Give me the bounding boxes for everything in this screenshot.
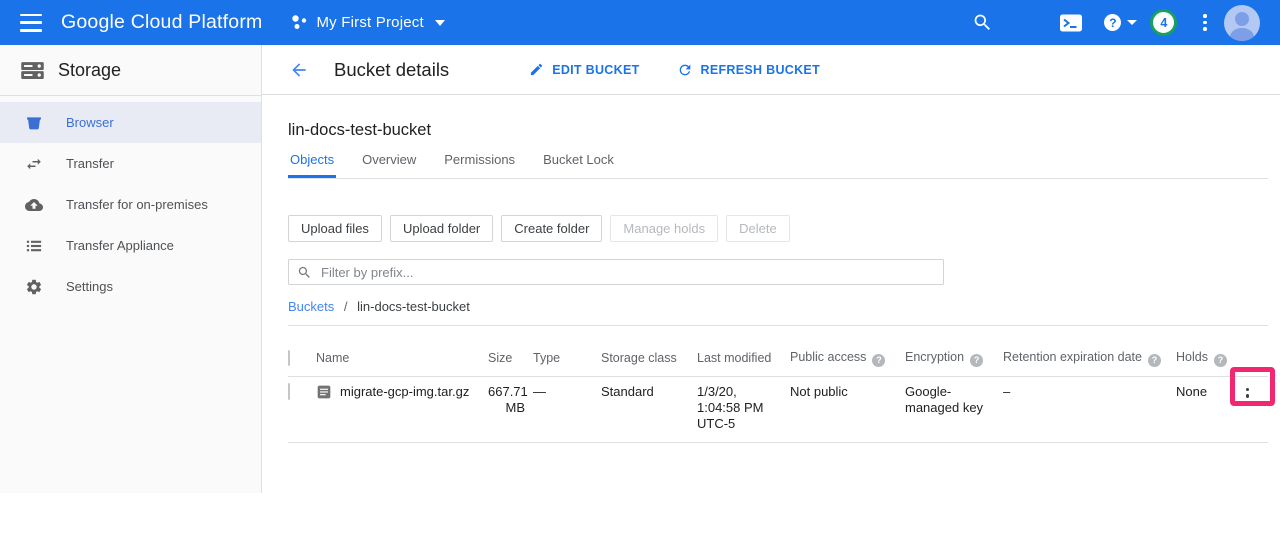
sidebar-header: Storage xyxy=(0,45,261,96)
hamburger-icon[interactable] xyxy=(20,14,44,32)
object-toolbar: Upload files Upload folder Create folder… xyxy=(288,215,1280,242)
breadcrumb-current: lin-docs-test-bucket xyxy=(357,299,470,314)
object-storage-class: Standard xyxy=(601,376,697,442)
breadcrumb-separator: / xyxy=(344,299,348,314)
column-header-storage-class: Storage class xyxy=(601,346,697,376)
gear-icon xyxy=(25,278,43,296)
row-actions-menu-icon[interactable] xyxy=(1235,384,1260,406)
app-frame: Storage Browser Transfer Transfer for on… xyxy=(0,45,1280,493)
sidebar-title: Storage xyxy=(58,60,121,81)
page-title: Bucket details xyxy=(334,59,449,81)
back-arrow-icon[interactable] xyxy=(289,60,309,80)
object-size: 667.71 MB xyxy=(488,376,533,442)
sidebar-item-transfer-on-premises[interactable]: Transfer for on-premises xyxy=(0,184,261,225)
tab-permissions[interactable]: Permissions xyxy=(442,152,517,178)
object-holds: None xyxy=(1176,376,1235,442)
filter-prefix-field[interactable] xyxy=(288,259,944,285)
gcp-logo[interactable]: Google Cloud Platform xyxy=(61,11,262,34)
upload-folder-button[interactable]: Upload folder xyxy=(390,215,493,242)
column-header-encryption: Encryption? xyxy=(905,346,1003,376)
tab-objects[interactable]: Objects xyxy=(288,152,336,178)
avatar-head xyxy=(1235,12,1249,26)
divider xyxy=(288,325,1268,326)
help-icon[interactable]: ? xyxy=(872,354,885,367)
chevron-down-icon xyxy=(435,20,445,26)
bucket-details-panel: lin-docs-test-bucket Objects Overview Pe… xyxy=(262,95,1280,443)
file-icon xyxy=(316,384,332,400)
storage-product-icon xyxy=(19,57,46,84)
sidebar-item-label: Transfer for on-premises xyxy=(66,197,208,212)
manage-holds-button[interactable]: Manage holds xyxy=(610,215,718,242)
delete-button[interactable]: Delete xyxy=(726,215,790,242)
refresh-bucket-button[interactable]: REFRESH BUCKET xyxy=(677,62,820,78)
project-selector[interactable]: My First Project xyxy=(291,14,444,31)
column-header-public-access: Public access? xyxy=(790,346,905,376)
refresh-icon xyxy=(677,62,693,78)
tab-overview[interactable]: Overview xyxy=(360,152,418,178)
bucket-icon xyxy=(25,114,43,132)
sidebar-item-label: Browser xyxy=(66,115,114,130)
project-name: My First Project xyxy=(316,14,423,31)
search-icon[interactable] xyxy=(972,12,993,33)
appliance-list-icon xyxy=(25,237,43,255)
sidebar-item-label: Transfer xyxy=(66,156,114,171)
more-options-icon[interactable] xyxy=(1203,13,1207,33)
page-header: Bucket details EDIT BUCKET REFRESH BUCKE… xyxy=(262,45,1280,95)
help-icon: ? xyxy=(1104,14,1121,31)
edit-bucket-button[interactable]: EDIT BUCKET xyxy=(529,62,639,77)
help-icon[interactable]: ? xyxy=(1148,354,1161,367)
object-retention: – xyxy=(1003,376,1176,442)
main-content: Bucket details EDIT BUCKET REFRESH BUCKE… xyxy=(262,45,1280,493)
sidebar-item-transfer[interactable]: Transfer xyxy=(0,143,261,184)
breadcrumb: Buckets / lin-docs-test-bucket xyxy=(288,299,1280,314)
project-icon xyxy=(291,14,308,31)
upload-files-button[interactable]: Upload files xyxy=(288,215,382,242)
object-encryption: Google-managed key xyxy=(905,376,1003,442)
refresh-bucket-label: REFRESH BUCKET xyxy=(701,63,820,77)
filter-prefix-input[interactable] xyxy=(319,264,935,281)
tab-bucket-lock[interactable]: Bucket Lock xyxy=(541,152,616,178)
sidebar-item-browser[interactable]: Browser xyxy=(0,102,261,143)
column-header-size: Size xyxy=(488,346,533,376)
edit-bucket-label: EDIT BUCKET xyxy=(552,63,639,77)
column-header-name: Name xyxy=(316,346,488,376)
topbar-actions: ? 4 xyxy=(972,5,1260,41)
table-row: migrate-gcp-img.tar.gz 667.71 MB — Stand… xyxy=(288,376,1268,442)
notifications-badge[interactable]: 4 xyxy=(1150,9,1177,36)
help-icon[interactable]: ? xyxy=(970,354,983,367)
cloud-shell-icon[interactable] xyxy=(1059,13,1083,33)
column-header-retention: Retention expiration date? xyxy=(1003,346,1176,376)
object-public-access: Not public xyxy=(790,376,905,442)
pencil-icon xyxy=(529,62,544,77)
avatar[interactable] xyxy=(1224,5,1260,41)
help-menu[interactable]: ? xyxy=(1104,14,1137,31)
table-header-row: Name Size Type Storage class Last modifi… xyxy=(288,346,1268,376)
objects-table: Name Size Type Storage class Last modifi… xyxy=(288,346,1268,443)
sidebar-item-transfer-appliance[interactable]: Transfer Appliance xyxy=(0,225,261,266)
object-type: — xyxy=(533,376,601,442)
object-name-link[interactable]: migrate-gcp-img.tar.gz xyxy=(340,384,469,400)
cloud-upload-icon xyxy=(25,196,43,214)
create-folder-button[interactable]: Create folder xyxy=(501,215,602,242)
select-all-checkbox[interactable] xyxy=(288,350,290,366)
column-header-type: Type xyxy=(533,346,601,376)
help-icon[interactable]: ? xyxy=(1214,354,1227,367)
sidebar-item-label: Settings xyxy=(66,279,113,294)
swap-arrows-icon xyxy=(25,155,43,173)
top-app-bar: Google Cloud Platform My First Project ?… xyxy=(0,0,1280,45)
search-icon xyxy=(297,265,312,280)
chevron-down-icon xyxy=(1127,20,1137,25)
row-checkbox[interactable] xyxy=(288,383,290,400)
sidebar-item-label: Transfer Appliance xyxy=(66,238,174,253)
avatar-torso xyxy=(1230,28,1254,41)
column-header-holds: Holds? xyxy=(1176,346,1235,376)
sidebar-nav: Browser Transfer Transfer for on-premise… xyxy=(0,96,261,307)
sidebar: Storage Browser Transfer Transfer for on… xyxy=(0,45,262,493)
breadcrumb-buckets-link[interactable]: Buckets xyxy=(288,299,334,314)
column-header-last-modified: Last modified xyxy=(697,346,790,376)
bucket-tabs: Objects Overview Permissions Bucket Lock xyxy=(288,152,1268,179)
sidebar-item-settings[interactable]: Settings xyxy=(0,266,261,307)
bucket-name: lin-docs-test-bucket xyxy=(288,121,1280,140)
object-last-modified: 1/3/20, 1:04:58 PM UTC-5 xyxy=(697,376,790,442)
